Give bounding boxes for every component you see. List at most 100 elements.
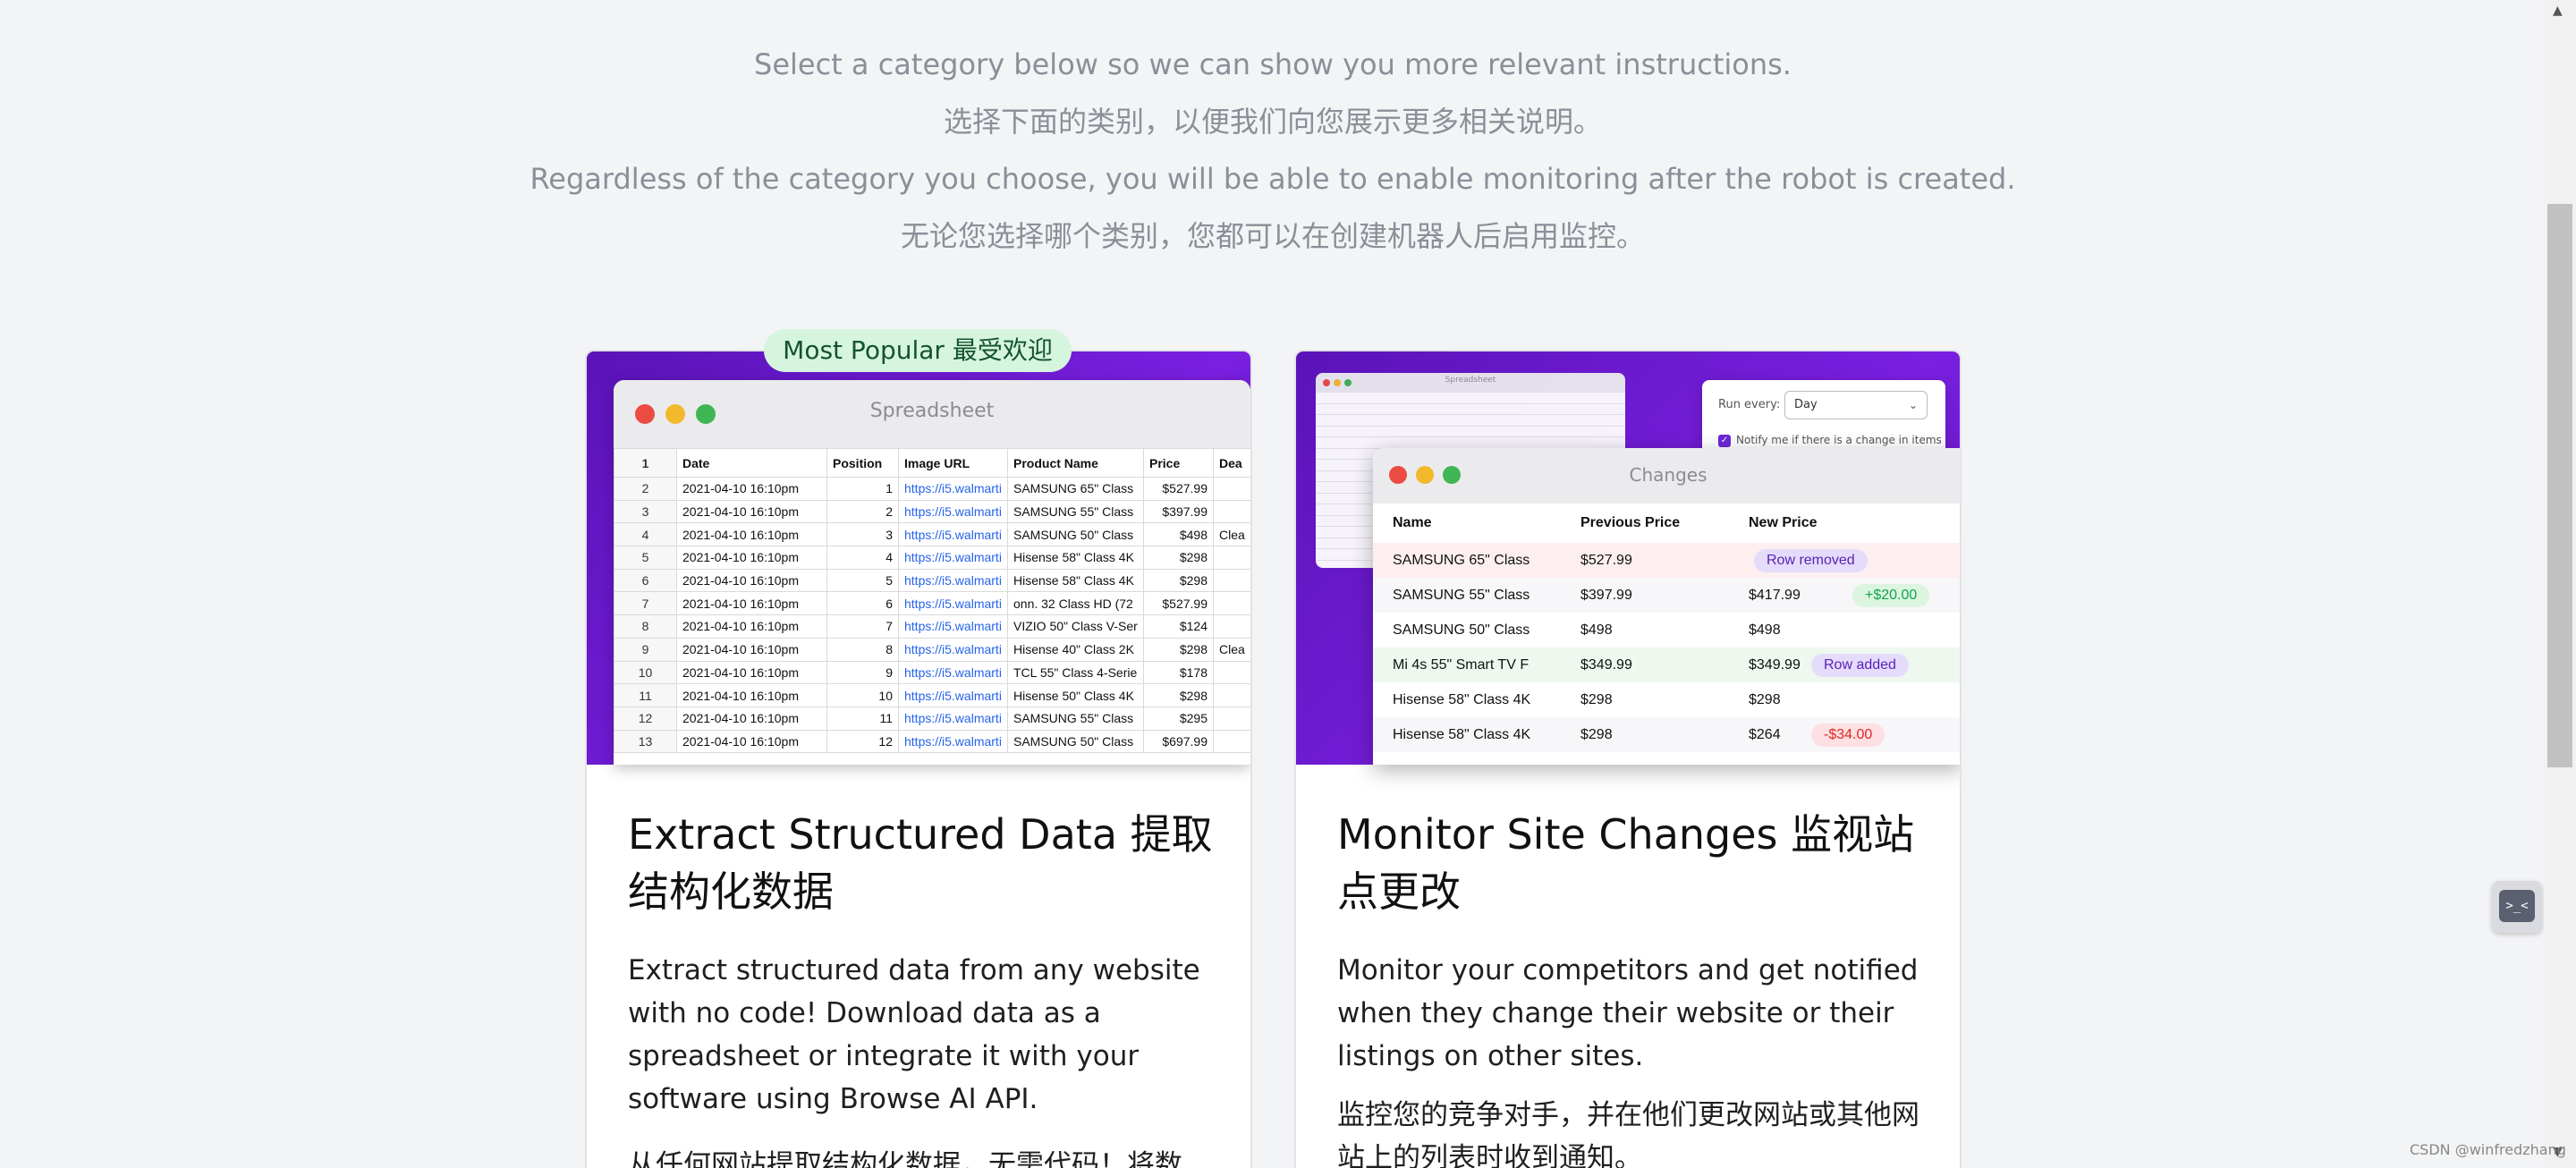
change-cell-prev: $298 — [1580, 727, 1613, 742]
column-header: Name — [1393, 515, 1432, 530]
changes-header: Name Previous Price New Price — [1373, 504, 1960, 543]
table-cell[interactable]: https://i5.walmarti — [898, 591, 1008, 616]
change-cell-new: $417.99 — [1749, 588, 1801, 603]
table-cell: 2 — [826, 499, 899, 524]
table-cell — [1213, 546, 1250, 570]
table-cell[interactable]: https://i5.walmarti — [898, 477, 1008, 501]
table-row: 12 2021-04-10 16:10pm 11 https://i5.walmart… — [614, 706, 1250, 731]
table-cell: 11 — [826, 706, 899, 731]
table-cell: 9 — [826, 660, 899, 685]
extract-data-card[interactable]: Spreadsheet 1 Date Position Image URL Produc… — [585, 350, 1252, 1168]
run-every-label: Run every: — [1718, 398, 1781, 411]
change-cell-name: Hisense 58" Class 4K — [1393, 727, 1531, 742]
table-cell[interactable]: https://i5.walmarti — [898, 522, 1008, 547]
table-cell: 6 — [826, 591, 899, 616]
changes-window: Changes Name Previous Price New Price SA… — [1373, 448, 1960, 765]
change-badge: Row added — [1811, 654, 1909, 677]
table-row: 11 2021-04-10 16:10pm 10 https://i5.walmart… — [614, 683, 1250, 707]
table-cell[interactable]: https://i5.walmarti — [898, 729, 1008, 754]
table-cell: $298 — [1143, 568, 1214, 593]
table-cell[interactable]: https://i5.walmarti — [898, 660, 1008, 685]
table-cell — [1213, 499, 1250, 524]
change-cell-new: $498 — [1749, 622, 1781, 638]
mini-window-titlebar: Spreadsheet — [1316, 373, 1625, 393]
table-cell: 10 — [614, 660, 677, 685]
change-badge: Row removed — [1754, 549, 1868, 572]
scrollbar-thumb[interactable] — [2547, 204, 2572, 767]
table-cell: 2021-04-10 16:10pm — [676, 591, 827, 616]
change-row: SAMSUNG 65" Class $527.99 Row removed — [1373, 543, 1960, 578]
table-cell: 2021-04-10 16:10pm — [676, 706, 827, 731]
table-cell: 2021-04-10 16:10pm — [676, 683, 827, 707]
table-cell: 4 — [826, 546, 899, 570]
change-cell-new: $264 — [1749, 727, 1781, 742]
table-cell: 13 — [614, 729, 677, 754]
watermark: CSDN @winfredzhang — [2410, 1141, 2566, 1158]
table-cell: 2021-04-10 16:10pm — [676, 637, 827, 662]
sheet-column-header: Position — [826, 448, 899, 478]
floating-assistant-button[interactable]: >_< — [2492, 881, 2542, 933]
vertical-scrollbar[interactable]: ▲ ▼ — [2544, 0, 2576, 1168]
table-cell[interactable]: https://i5.walmarti — [898, 637, 1008, 662]
change-cell-name: Hisense 58" Class 4K — [1393, 692, 1531, 707]
sheet-column-header: Price — [1143, 448, 1214, 478]
table-cell[interactable]: https://i5.walmarti — [898, 568, 1008, 593]
table-cell — [1213, 614, 1250, 639]
change-badge: +$20.00 — [1852, 584, 1930, 607]
column-header: New Price — [1749, 515, 1818, 530]
change-row: Mi 4s 55" Smart TV F $349.99 $349.99 Row ad… — [1373, 647, 1960, 682]
table-cell: Clea — [1213, 522, 1250, 547]
table-row: 2 2021-04-10 16:10pm 1 https://i5.walmarti S… — [614, 477, 1250, 501]
table-cell: 1 — [826, 477, 899, 501]
table-cell: $697.99 — [1143, 729, 1214, 754]
table-cell: 12 — [614, 706, 677, 731]
change-cell-prev: $527.99 — [1580, 553, 1632, 568]
table-cell[interactable]: https://i5.walmarti — [898, 683, 1008, 707]
table-cell: SAMSUNG 55" Class — [1007, 706, 1144, 731]
change-cell-prev: $498 — [1580, 622, 1613, 638]
change-cell-prev: $298 — [1580, 692, 1613, 707]
table-cell: 5 — [826, 568, 899, 593]
run-every-value: Day — [1794, 398, 1818, 411]
table-cell: SAMSUNG 55" Class — [1007, 499, 1144, 524]
checkbox-checked-icon: ✓ — [1718, 434, 1731, 447]
most-popular-badge: Most Popular 最受欢迎 — [764, 329, 1072, 372]
change-row: Hisense 58" Class 4K $298 $264 -$34.00 — [1373, 717, 1960, 752]
sheet-column-header: Date — [676, 448, 827, 478]
change-row: Hisense 58" Class 4K $298 $298 — [1373, 682, 1960, 717]
table-cell: 2021-04-10 16:10pm — [676, 477, 827, 501]
change-cell-name: SAMSUNG 55" Class — [1393, 588, 1530, 603]
table-cell: Hisense 40" Class 2K — [1007, 637, 1144, 662]
change-cell-new: $349.99 — [1749, 657, 1801, 673]
table-cell: $527.99 — [1143, 477, 1214, 501]
table-cell: SAMSUNG 65" Class — [1007, 477, 1144, 501]
table-cell[interactable]: https://i5.walmarti — [898, 499, 1008, 524]
table-row: 4 2021-04-10 16:10pm 3 https://i5.walmarti S… — [614, 522, 1250, 547]
extract-card-hero: Spreadsheet 1 Date Position Image URL Produc… — [587, 351, 1250, 765]
table-cell: 8 — [614, 614, 677, 639]
window-titlebar: Changes — [1373, 448, 1960, 504]
table-cell[interactable]: https://i5.walmarti — [898, 706, 1008, 731]
table-cell: Clea — [1213, 637, 1250, 662]
extract-card-description-zh: 从任何网站提取结构化数据，无需代码！将数 — [628, 1149, 1182, 1168]
table-cell: VIZIO 50" Class V-Ser — [1007, 614, 1144, 639]
change-cell-name: SAMSUNG 65" Class — [1393, 553, 1530, 568]
table-cell[interactable]: https://i5.walmarti — [898, 614, 1008, 639]
monitor-card-hero: Spreadsheet Run every: Day ⌄ ✓ Notify me … — [1296, 351, 1960, 765]
notify-checkbox[interactable]: ✓ Notify me if there is a change in items — [1718, 434, 1942, 447]
table-row: 10 2021-04-10 16:10pm 9 https://i5.walmarti… — [614, 660, 1250, 685]
table-row: 7 2021-04-10 16:10pm 6 https://i5.walmarti o… — [614, 591, 1250, 616]
table-cell[interactable]: https://i5.walmarti — [898, 546, 1008, 570]
table-cell: $298 — [1143, 546, 1214, 570]
change-row: SAMSUNG 55" Class $397.99 $417.99 +$20.00 — [1373, 578, 1960, 613]
table-cell — [1213, 729, 1250, 754]
scroll-up-arrow-icon[interactable]: ▲ — [2553, 4, 2563, 18]
table-row: 6 2021-04-10 16:10pm 5 https://i5.walmarti H… — [614, 568, 1250, 593]
intro-text: Select a category below so we can show y… — [0, 36, 2546, 265]
table-cell: $298 — [1143, 637, 1214, 662]
run-every-select[interactable]: Day ⌄ — [1784, 391, 1928, 419]
table-cell: 2021-04-10 16:10pm — [676, 499, 827, 524]
table-cell: $498 — [1143, 522, 1214, 547]
table-cell: onn. 32 Class HD (72 — [1007, 591, 1144, 616]
monitor-changes-card[interactable]: Spreadsheet Run every: Day ⌄ ✓ Notify me … — [1294, 350, 1962, 1168]
